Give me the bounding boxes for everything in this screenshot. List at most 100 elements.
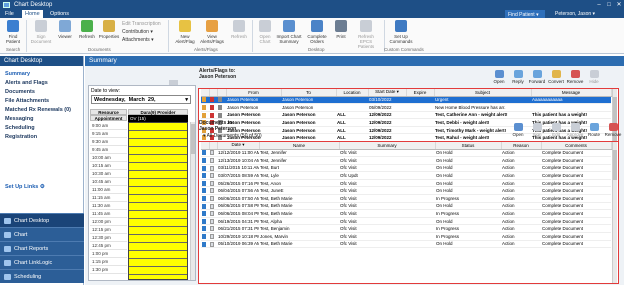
document-icon <box>210 158 214 164</box>
date-picker[interactable]: Wednesday, March 29, ▾ <box>91 95 191 104</box>
document-row[interactable]: 06/21/2015 07:31 PM Test, Benjamin Ofc Vis… <box>201 224 611 234</box>
sign-document-button[interactable]: Sign Document <box>30 20 52 46</box>
alerts-convert-button[interactable]: Convert <box>547 70 565 84</box>
alerts-remove-button[interactable]: Remove <box>566 70 584 84</box>
contribution-button[interactable]: Contribution ▾ <box>122 29 153 35</box>
sidebar-item-rx-renewals[interactable]: Matched Rx Renewals (0) <box>0 106 83 115</box>
document-row[interactable]: 06/19/2015 04:31 PM Test, Alpha Ofc Visit O… <box>201 217 611 226</box>
edit-transcription-button[interactable]: Edit Transcription <box>122 21 161 27</box>
menu-file[interactable]: File <box>2 10 17 18</box>
document-icon <box>210 188 214 194</box>
col-from[interactable]: From <box>226 89 282 97</box>
time-slot-label: 1:15 pm <box>90 258 127 266</box>
time-slot-label: 10:45 am <box>90 178 127 186</box>
sidebar-item-scheduling[interactable]: Scheduling <box>0 124 83 133</box>
hide-icon <box>589 70 599 78</box>
document-row[interactable]: 06/04/2015 07:56 AM Test, JuneE Ofc Visit O… <box>201 186 611 196</box>
tab-scheduling[interactable]: Scheduling <box>0 269 84 283</box>
refresh-alerts-button[interactable]: Refresh <box>228 20 250 46</box>
document-row[interactable]: 06/06/2015 07:50 AM Test, Beth Marie Ofc V… <box>201 194 611 203</box>
alerts-forward-button[interactable]: Forward <box>528 70 546 84</box>
docs-route-button[interactable]: Route <box>585 123 603 137</box>
col-name[interactable]: Name <box>259 142 340 150</box>
document-row[interactable]: 05/26/2015 07:16 PM Test, Anon Ofc Visit On… <box>201 179 611 188</box>
cell-summary: Ofc Visit <box>339 232 435 241</box>
document-row[interactable]: 05/10/2019 06:39 AM Test, Beth Marie Ofc V… <box>201 240 611 249</box>
cell-reason: Action <box>501 217 541 226</box>
setup-links[interactable]: Set Up Links ⚙ <box>5 184 45 190</box>
col-location[interactable]: Location <box>336 89 369 97</box>
menu-options[interactable]: Options <box>47 10 72 18</box>
open-chart-ribbon-button[interactable]: Open Chart <box>254 20 276 46</box>
refresh-button[interactable]: Refresh <box>76 20 98 46</box>
document-row[interactable]: 03/07/2015 08:59 AM Test, Lyle Ofc Updt On … <box>201 171 611 180</box>
col-message[interactable]: Message <box>531 89 612 97</box>
sidebar-item-summary[interactable]: Summary <box>0 70 83 79</box>
col-date[interactable]: Date ▾ <box>217 142 260 150</box>
alert-row[interactable]: Jason Peterson Jason Peterson 05/09/2022 Ne… <box>201 103 611 112</box>
tab-chart-desktop[interactable]: Chart Desktop <box>0 213 84 227</box>
docs-open-button[interactable]: Open <box>509 123 527 137</box>
sidebar-item-file-attachments[interactable]: File Attachments <box>0 97 83 106</box>
col-comments[interactable]: Comments <box>541 142 612 150</box>
user-menu[interactable]: Peterson, Jason ▾ <box>555 11 595 17</box>
document-row[interactable]: 12/12/2019 11:00 AM Test, Jennifer Ofc Vis… <box>201 149 611 158</box>
col-reason[interactable]: Reason <box>501 142 542 150</box>
cell-date: 12/13/2019 10:04 AM <box>217 156 259 165</box>
import-chart-summary-button[interactable]: Import Chart Summary <box>276 20 302 46</box>
viewer-button[interactable]: Viewer <box>54 20 76 46</box>
alert-row[interactable]: Jason Peterson Jason Peterson 03/10/2022 Ur… <box>201 96 611 105</box>
close-icon[interactable]: ✕ <box>614 0 624 10</box>
refresh-epcs-button[interactable]: Refresh EPCS Patients <box>352 20 380 49</box>
alerts-reply-button[interactable]: Reply <box>509 70 527 84</box>
cell-start: 12/09/2022 <box>368 111 406 120</box>
tab-chart-reports[interactable]: Chart Reports <box>0 241 84 255</box>
menu-home[interactable]: Home <box>22 10 43 18</box>
setup-commands-button[interactable]: Set Up Commands <box>388 20 414 46</box>
sidebar-item-registration[interactable]: Registration <box>0 133 83 142</box>
document-row[interactable]: 12/13/2019 10:04 AM Test, Jennifer Ofc Vis… <box>201 156 611 165</box>
complete-orders-button[interactable]: Complete Orders <box>304 20 330 46</box>
attachments-button[interactable]: Attachments ▾ <box>122 37 154 43</box>
calendar-dropdown-icon[interactable]: ▾ <box>185 96 188 104</box>
documents-scrollbar[interactable] <box>612 142 617 283</box>
col-expire[interactable]: Expire <box>406 89 435 97</box>
alerts-open-button[interactable]: Open <box>490 70 508 84</box>
minimize-icon[interactable]: – <box>594 0 604 10</box>
col-status[interactable]: Status <box>435 142 502 150</box>
col-subject[interactable]: Subject <box>434 89 532 97</box>
new-alert-button[interactable]: New Alert/Flag <box>172 20 198 46</box>
ov-slot[interactable]: OV (15) <box>128 115 188 122</box>
document-row[interactable]: 06/06/2015 07:58 PM Test, Beth Marie Ofc V… <box>201 202 611 211</box>
document-row[interactable]: 10/29/2019 10:18 PM Jones, Marvin Ofc Visi… <box>201 232 611 241</box>
find-patient-ribbon-button[interactable]: Find Patient <box>2 20 24 46</box>
document-row[interactable]: 06/06/2015 08:04 PM Test, Beth Marie Ofc V… <box>201 209 611 218</box>
viewer-icon <box>59 20 71 32</box>
docs-remove-button[interactable]: Remove <box>604 123 622 137</box>
tab-chart-linklogic[interactable]: Chart LinkLogic <box>0 255 84 269</box>
docs-sign-button[interactable]: Sign <box>528 123 546 137</box>
docs-approve-button[interactable]: Approve <box>566 123 584 137</box>
schedule-scrollbar[interactable] <box>190 122 195 280</box>
col-start-date[interactable]: Start Date ▾ <box>368 89 407 97</box>
sidebar-item-documents[interactable]: Documents <box>0 88 83 97</box>
alerts-hide-button[interactable]: Hide <box>585 70 603 84</box>
cell-message: Aaaaaaaaaaaa <box>531 96 611 105</box>
time-slot-label: 10:30 am <box>90 170 127 178</box>
view-alerts-button[interactable]: View Alerts/Flags <box>198 20 226 46</box>
flag-icon <box>202 97 206 103</box>
maximize-icon[interactable]: □ <box>604 0 614 10</box>
schedule-slots[interactable] <box>128 122 188 280</box>
sidebar-item-alerts[interactable]: Alerts and Flags <box>0 79 83 88</box>
docs-edit-button[interactable]: Edit <box>547 123 565 137</box>
tab-chart[interactable]: Chart <box>0 227 84 241</box>
print-button[interactable]: Print <box>330 20 352 46</box>
col-summary[interactable]: Summary <box>339 142 436 150</box>
col-to[interactable]: To <box>281 89 337 97</box>
cell-subject: New Home Blood Pressure has arr. <box>434 103 531 112</box>
linklogic-icon <box>4 260 11 266</box>
sidebar-item-messaging[interactable]: Messaging <box>0 115 83 124</box>
properties-button[interactable]: Properties <box>98 20 120 46</box>
document-row[interactable]: 03/11/2015 10:11 AM Test, Burt Ofc Visit On… <box>201 164 611 173</box>
alert-row[interactable]: Jason PetersonJason PetersonALL12/09/202… <box>201 111 611 120</box>
